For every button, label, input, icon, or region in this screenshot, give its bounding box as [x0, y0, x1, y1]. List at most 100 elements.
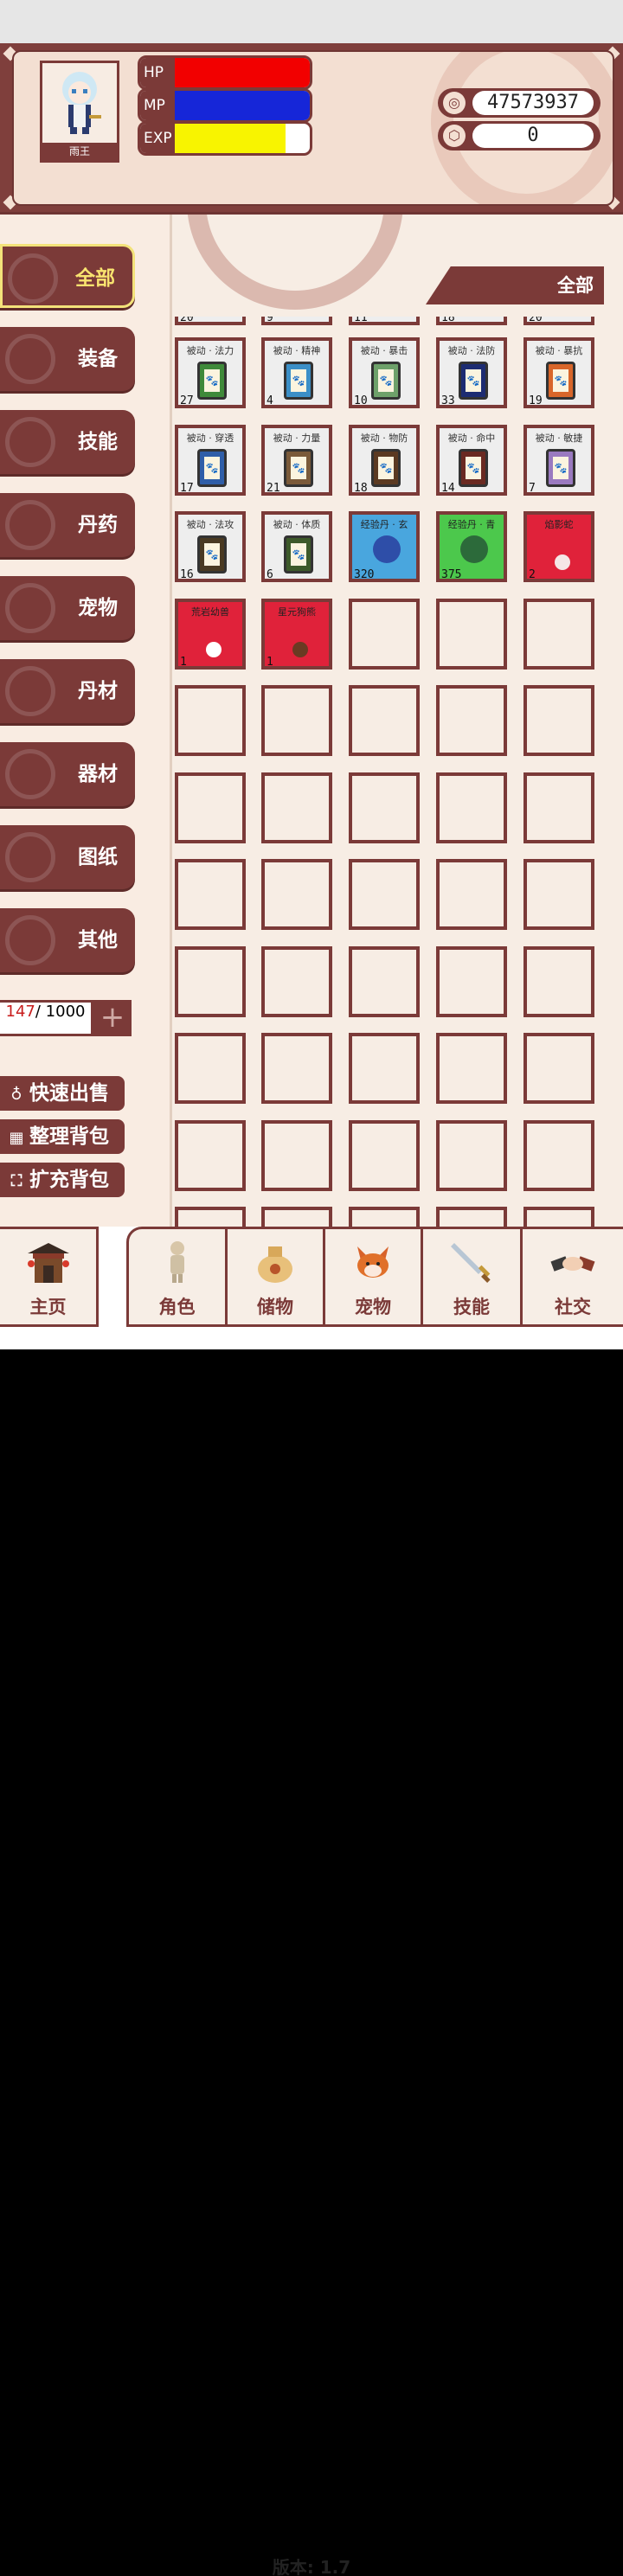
empty-slot[interactable] [436, 945, 507, 1017]
inventory-item[interactable]: 焰影蛇 2 [523, 511, 594, 582]
inventory-slot[interactable]: 11 [349, 317, 420, 325]
empty-slot[interactable] [523, 1033, 594, 1104]
category-skills[interactable]: 技能 [0, 410, 135, 474]
nav-tab-social[interactable]: 社交 [520, 1227, 623, 1327]
empty-slot[interactable] [436, 772, 507, 843]
category-equipment[interactable]: 装备 [0, 327, 135, 391]
character-portrait-icon [62, 72, 101, 134]
paw-icon: 🐾 [466, 456, 481, 479]
empty-slot[interactable] [349, 1119, 420, 1191]
category-pill-materials[interactable]: 丹材 [0, 659, 135, 723]
empty-slot[interactable] [349, 685, 420, 756]
empty-slot[interactable] [436, 685, 507, 756]
avatar[interactable]: 雨王 [40, 61, 119, 163]
empty-slot[interactable] [175, 1033, 246, 1104]
empty-slot[interactable] [436, 859, 507, 930]
inventory-item[interactable]: 被动 · 法力 🐾 27 [175, 337, 246, 408]
item-name: 星元狗熊 [278, 606, 316, 618]
empty-slot[interactable] [175, 1119, 246, 1191]
empty-slot[interactable] [523, 859, 594, 930]
empty-slot[interactable] [349, 598, 420, 670]
empty-slot[interactable] [261, 1207, 332, 1228]
category-materials[interactable]: 器材 [0, 742, 135, 806]
inventory-item[interactable]: 被动 · 体质 🐾 6 [261, 511, 332, 582]
empty-slot[interactable] [523, 685, 594, 756]
star-emblem-icon [5, 915, 55, 965]
nav-tab-home[interactable]: 主页 [0, 1227, 99, 1327]
nav-tab-character[interactable]: 角色 [126, 1227, 228, 1327]
empty-slot[interactable] [261, 859, 332, 930]
sort-bag-button[interactable]: ▦ 整理背包 [0, 1119, 125, 1154]
inventory-item[interactable]: 被动 · 物防 🐾 18 [349, 424, 420, 496]
inventory-item[interactable]: 荒岩幼兽 1 [175, 598, 246, 670]
empty-slot[interactable] [261, 685, 332, 756]
empty-slot[interactable] [436, 1033, 507, 1104]
paw-icon: 🐾 [291, 543, 306, 566]
inventory-item[interactable]: 被动 · 暴击 🐾 10 [349, 337, 420, 408]
nav-tab-storage[interactable]: 储物 [225, 1227, 325, 1327]
expand-bag-button[interactable]: ⛶ 扩充背包 [0, 1163, 125, 1197]
expand-capacity-button[interactable]: + [93, 1000, 132, 1036]
inventory-item[interactable]: 被动 · 精神 🐾 4 [261, 337, 332, 408]
empty-slot[interactable] [261, 1119, 332, 1191]
inventory-item[interactable]: 被动 · 法防 🐾 33 [436, 337, 507, 408]
empty-slot[interactable] [349, 859, 420, 930]
inventory-slot[interactable]: 20 [175, 317, 246, 325]
empty-slot[interactable] [436, 1119, 507, 1191]
empty-slot[interactable] [261, 772, 332, 843]
category-other[interactable]: 其他 [0, 908, 135, 972]
pouch-icon [258, 1246, 292, 1283]
empty-slot[interactable] [175, 1207, 246, 1228]
item-name: 经验丹 · 玄 [360, 519, 408, 530]
inventory-slot[interactable]: 18 [436, 317, 507, 325]
action-label: 扩充背包 [29, 1169, 109, 1191]
inventory-slot[interactable]: 9 [261, 317, 332, 325]
inventory-item[interactable]: 星元狗熊 1 [261, 598, 332, 670]
star-emblem-icon [5, 583, 55, 633]
paw-icon: 🐾 [291, 456, 306, 479]
item-name: 被动 · 穿透 [186, 432, 234, 444]
nav-tab-skills[interactable]: 技能 [421, 1227, 523, 1327]
emblem-decoration [187, 215, 403, 310]
exp-pill-icon [460, 535, 488, 563]
inventory-item[interactable]: 被动 · 命中 🐾 14 [436, 424, 507, 496]
inventory-slot[interactable]: 20 [523, 317, 594, 325]
empty-slot[interactable] [523, 1119, 594, 1191]
empty-slot[interactable] [349, 1207, 420, 1228]
empty-slot[interactable] [261, 1033, 332, 1104]
empty-slot[interactable] [349, 772, 420, 843]
empty-slot[interactable] [523, 598, 594, 670]
inventory-item[interactable]: 被动 · 力量 🐾 21 [261, 424, 332, 496]
inventory-item[interactable]: 被动 · 法攻 🐾 16 [175, 511, 246, 582]
inventory-item[interactable]: 经验丹 · 青 375 [436, 511, 507, 582]
category-all[interactable]: 全部 [0, 244, 135, 308]
empty-slot[interactable] [436, 598, 507, 670]
empty-slot[interactable] [349, 945, 420, 1017]
inventory-item[interactable]: 被动 · 暴抗 🐾 19 [523, 337, 594, 408]
empty-slot[interactable] [523, 1207, 594, 1228]
empty-slot[interactable] [175, 685, 246, 756]
skill-scroll-icon: 🐾 [371, 448, 401, 487]
empty-slot[interactable] [523, 945, 594, 1017]
empty-slot[interactable] [523, 772, 594, 843]
inventory-item[interactable]: 被动 · 敏捷 🐾 7 [523, 424, 594, 496]
empty-slot[interactable] [349, 1033, 420, 1104]
quick-sell-button[interactable]: ♁ 快速出售 [0, 1076, 125, 1111]
gem-counter: ⬡ 0 [438, 121, 601, 151]
empty-slot[interactable] [175, 859, 246, 930]
inventory-item[interactable]: 被动 · 穿透 🐾 17 [175, 424, 246, 496]
filter-label: 全部 [426, 266, 604, 304]
paw-icon: 🐾 [204, 543, 220, 566]
empty-slot[interactable] [261, 945, 332, 1017]
empty-slot[interactable] [175, 772, 246, 843]
category-pets[interactable]: 宠物 [0, 576, 135, 640]
mp-label: MP [140, 91, 175, 120]
hp-fill [175, 58, 310, 87]
nav-tab-pets[interactable]: 宠物 [323, 1227, 423, 1327]
category-pills[interactable]: 丹药 [0, 493, 135, 557]
category-blueprints[interactable]: 图纸 [0, 825, 135, 889]
item-count: 21 [267, 481, 280, 495]
inventory-item[interactable]: 经验丹 · 玄 320 [349, 511, 420, 582]
empty-slot[interactable] [436, 1207, 507, 1228]
empty-slot[interactable] [175, 945, 246, 1017]
